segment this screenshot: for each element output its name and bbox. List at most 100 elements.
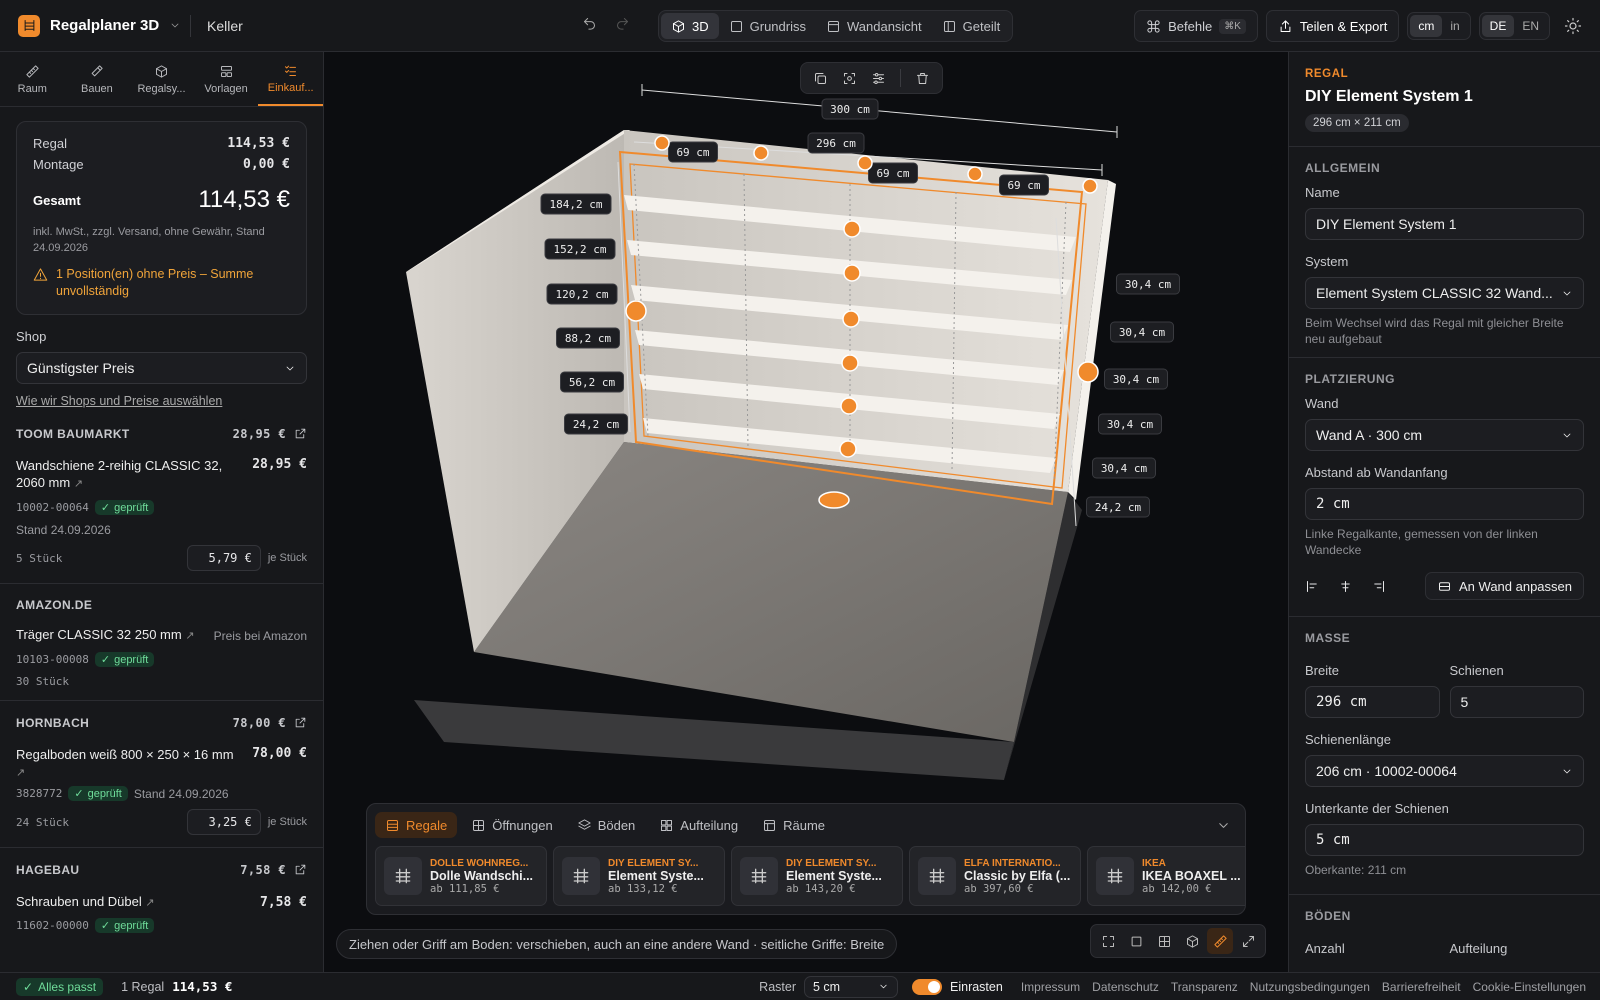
chevron-down-icon[interactable]	[1216, 818, 1231, 833]
ruler-icon	[26, 64, 39, 78]
catalog-tab-layout[interactable]: Aufteilung	[649, 812, 748, 838]
width-handle-right[interactable]	[1077, 361, 1099, 383]
shop-item-name[interactable]: Träger CLASSIC 32 250 mm ↗	[16, 626, 195, 645]
shelf-handle[interactable]	[842, 310, 860, 328]
item-sku: 3828772	[16, 787, 63, 800]
shop-name: HAGEBAU	[16, 862, 80, 877]
duplicate-icon[interactable]	[813, 71, 828, 86]
label-outer-width: 300 cm	[821, 98, 879, 120]
name-input[interactable]: DIY Element System 1	[1305, 208, 1584, 240]
align-right-icon[interactable]	[1371, 579, 1386, 594]
shop-item-name[interactable]: Schrauben und Dübel ↗	[16, 893, 155, 912]
project-name[interactable]: Keller	[191, 18, 243, 34]
product-card[interactable]: DOLLE WOHNREG... Dolle Wandschi... ab 111,…	[375, 846, 547, 906]
square-view-icon[interactable]	[1123, 928, 1149, 954]
fit-to-wall-button[interactable]: An Wand anpassen	[1425, 572, 1584, 600]
shelf-handle[interactable]	[843, 264, 861, 282]
cube-view-icon[interactable]	[1179, 928, 1205, 954]
unit-price-input[interactable]: 5,79 €	[186, 545, 261, 571]
3d-viewport[interactable]: 300 cm 296 cm 69 cm 69 cm 69 cm 184,2 cm 152,2…	[324, 52, 1288, 972]
unit-cm[interactable]: cm	[1410, 15, 1443, 37]
wall-select[interactable]: Wand A · 300 cm	[1305, 419, 1584, 451]
external-link-icon[interactable]	[294, 862, 307, 877]
trash-icon[interactable]	[915, 71, 930, 86]
label-text: 152,2 cm	[554, 243, 607, 256]
catalog-tab-boards[interactable]: Böden	[567, 812, 646, 838]
footer-link[interactable]: Impressum	[1021, 980, 1080, 994]
footer-link[interactable]: Barrierefreiheit	[1382, 980, 1461, 994]
status-ok-badge: ✓ Alles passt	[16, 977, 104, 996]
view-tab-3d[interactable]: 3D	[661, 13, 719, 39]
grid-view-icon[interactable]	[1151, 928, 1177, 954]
rail-length-select[interactable]: 206 cm · 10002-00064	[1305, 755, 1584, 787]
handle[interactable]	[857, 155, 873, 171]
measure-icon[interactable]	[1207, 928, 1233, 954]
view-tab-wall[interactable]: Wandansicht	[816, 13, 932, 39]
view-tab-floorplan[interactable]: Grundriss	[719, 13, 816, 39]
shelf-handle[interactable]	[843, 220, 861, 238]
unit-in[interactable]: in	[1442, 15, 1467, 37]
label-text: 30,4 cm	[1119, 326, 1166, 339]
regal-cost-label: Regal	[33, 136, 67, 151]
align-left-icon[interactable]	[1305, 579, 1320, 594]
tab-shelf-system[interactable]: Regalsy...	[129, 52, 194, 106]
shop-item-name[interactable]: Regalboden weiß 800 × 250 × 16 mm ↗	[16, 746, 246, 782]
catalog-tab-shelves[interactable]: Regale	[375, 812, 458, 838]
external-link-icon[interactable]	[294, 715, 307, 730]
shop-select[interactable]: Günstigster Preis	[16, 352, 307, 384]
footer-link[interactable]: Datenschutz	[1092, 980, 1159, 994]
shelf-handle[interactable]	[841, 354, 859, 372]
product-card[interactable]: IKEA IKEA BOAXEL ... ab 142,00 €	[1087, 846, 1245, 906]
product-card[interactable]: ELFA INTERNATIO... Classic by Elfa (... ab…	[909, 846, 1081, 906]
tab-room[interactable]: Raum	[0, 52, 65, 106]
footer-link[interactable]: Transparenz	[1171, 980, 1238, 994]
product-card[interactable]: DIY ELEMENT SY... Element Syste... ab 133,…	[553, 846, 725, 906]
catalog-tab-rooms[interactable]: Räume	[752, 812, 835, 838]
label-text: 296 cm	[816, 137, 856, 150]
tab-shopping[interactable]: Einkauf...	[258, 52, 323, 106]
redo-icon[interactable]	[615, 16, 630, 31]
sliders-icon[interactable]	[871, 71, 886, 86]
external-link-icon[interactable]	[294, 426, 307, 441]
item-title: Träger CLASSIC 32 250 mm	[16, 627, 182, 642]
align-center-icon[interactable]	[1338, 579, 1353, 594]
width-input[interactable]: 296 cm	[1305, 686, 1440, 718]
focus-icon[interactable]	[842, 71, 857, 86]
footer-link[interactable]: Cookie-Einstellungen	[1473, 980, 1586, 994]
unit-price-input[interactable]: 3,25 €	[186, 809, 261, 835]
share-export-button[interactable]: Teilen & Export	[1265, 10, 1400, 42]
product-price: ab 397,60 €	[964, 882, 1034, 895]
handle[interactable]	[654, 135, 670, 151]
rail-bottom-input[interactable]: 5 cm	[1305, 824, 1584, 856]
shop-item-name[interactable]: Wandschiene 2-reihig CLASSIC 32, 2060 mm…	[16, 457, 236, 493]
tab-build[interactable]: Bauen	[65, 52, 130, 106]
grid-select[interactable]: 5 cm	[804, 975, 898, 998]
handle[interactable]	[753, 145, 769, 161]
lang-de[interactable]: DE	[1481, 15, 1515, 37]
undo-icon[interactable]	[582, 16, 597, 31]
shelf-handle[interactable]	[840, 397, 858, 415]
catalog-tab-openings[interactable]: Öffnungen	[461, 812, 562, 838]
lang-en[interactable]: EN	[1514, 15, 1547, 37]
system-select[interactable]: Element System CLASSIC 32 Wand...	[1305, 277, 1584, 309]
width-handle-left[interactable]	[625, 300, 647, 322]
shop-info-link[interactable]: Wie wir Shops und Preise auswählen	[16, 394, 307, 408]
snap-toggle[interactable]	[912, 978, 942, 995]
tab-templates[interactable]: Vorlagen	[194, 52, 259, 106]
handle[interactable]	[967, 166, 983, 182]
dimensions-section: MASSE Breite 296 cm Schienen 5 Schienenlän…	[1289, 616, 1600, 888]
fit-view-icon[interactable]	[1095, 928, 1121, 954]
offset-input[interactable]: 2 cm	[1305, 488, 1584, 520]
view-tab-split[interactable]: Geteilt	[932, 13, 1011, 39]
rails-input[interactable]: 5	[1449, 686, 1584, 718]
fullscreen-icon[interactable]	[1235, 928, 1261, 954]
app-menu[interactable]: Regalplaner 3D	[0, 14, 190, 37]
sun-icon[interactable]	[1564, 17, 1582, 35]
move-handle[interactable]	[818, 491, 850, 509]
footer-link[interactable]: Nutzungsbedingungen	[1250, 980, 1370, 994]
label-text: 300 cm	[830, 103, 870, 116]
handle[interactable]	[1082, 178, 1098, 194]
commands-button[interactable]: Befehle ⌘K	[1134, 10, 1258, 42]
product-card[interactable]: DIY ELEMENT SY... Element Syste... ab 143,…	[731, 846, 903, 906]
shelf-handle[interactable]	[839, 440, 857, 458]
